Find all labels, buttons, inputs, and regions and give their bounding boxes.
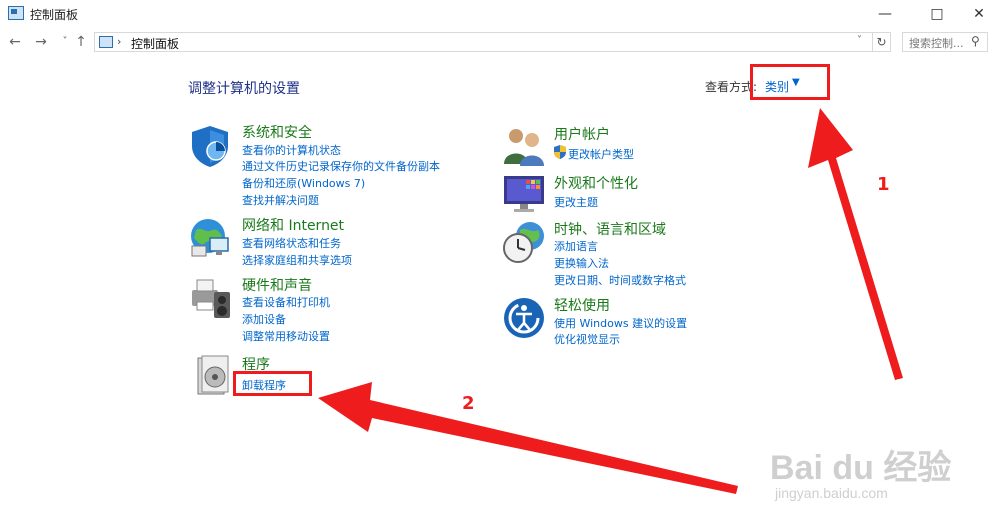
ease-of-access-icon [504, 298, 544, 338]
control-panel-app-icon [8, 6, 24, 20]
category-appearance[interactable]: 外观和个性化 [554, 173, 638, 193]
title-bar: 控制面板 — □ ✕ [0, 0, 1000, 28]
search-icon: ⚲ [971, 34, 980, 48]
users-icon [504, 129, 544, 166]
network-globe-icon [191, 219, 229, 257]
printer-icon [192, 279, 230, 318]
search-box[interactable]: 搜索控制... ⚲ [902, 32, 988, 52]
category-network-internet[interactable]: 网络和 Internet [242, 215, 344, 235]
minimize-icon: — [878, 6, 892, 22]
annotation-arrow-1 [808, 108, 903, 380]
breadcrumb-control-panel[interactable]: 控制面板 [131, 35, 179, 52]
link-add-language[interactable]: 添加语言 [554, 238, 598, 254]
link-view-computer-status[interactable]: 查看你的计算机状态 [242, 142, 341, 158]
forward-arrow-icon: → [35, 34, 47, 50]
breadcrumb-separator: › [117, 35, 122, 48]
shield-icon [192, 126, 228, 167]
address-bar[interactable]: › 控制面板 ˅ [94, 32, 873, 52]
refresh-button[interactable]: ↻ [873, 32, 891, 52]
category-clock-language-region[interactable]: 时钟、语言和区域 [554, 219, 666, 239]
address-dropdown-icon[interactable]: ˅ [857, 35, 862, 46]
back-button[interactable]: ← [6, 32, 24, 52]
up-arrow-icon: ↑ [75, 34, 87, 50]
link-add-device[interactable]: 添加设备 [242, 311, 286, 327]
programs-icon [197, 355, 229, 395]
category-hardware-sound[interactable]: 硬件和声音 [242, 275, 312, 295]
control-panel-small-icon [99, 36, 113, 48]
link-homegroup-sharing[interactable]: 选择家庭组和共享选项 [242, 252, 352, 268]
maximize-button[interactable]: □ [914, 0, 960, 28]
search-input[interactable]: 搜索控制... [909, 35, 964, 51]
category-user-accounts[interactable]: 用户帐户 [554, 124, 610, 144]
chevron-down-icon: ˅ [62, 36, 68, 47]
link-change-theme[interactable]: 更改主题 [554, 194, 598, 210]
baidu-watermark-url: jingyan.baidu.com [775, 485, 888, 501]
baidu-watermark: Bai du 经验 [770, 449, 952, 487]
link-change-date-time-format[interactable]: 更改日期、时间或数字格式 [554, 272, 686, 288]
link-backup-restore[interactable]: 备份和还原(Windows 7) [242, 175, 365, 191]
up-button[interactable]: ↑ [72, 32, 90, 52]
annotation-box-uninstall [233, 371, 312, 396]
link-change-account-type[interactable]: 更改帐户类型 [568, 146, 634, 162]
category-system-security[interactable]: 系统和安全 [242, 122, 312, 142]
minimize-button[interactable]: — [862, 0, 908, 28]
annotation-marker-1: 1 [877, 174, 890, 195]
close-icon: ✕ [973, 6, 985, 22]
refresh-icon: ↻ [876, 35, 887, 49]
maximize-icon: □ [930, 6, 944, 22]
window-title: 控制面板 [30, 8, 79, 22]
annotation-marker-2: 2 [462, 393, 475, 414]
link-network-status[interactable]: 查看网络状态和任务 [242, 235, 341, 251]
link-troubleshoot[interactable]: 查找并解决问题 [242, 192, 319, 208]
uac-shield-icon [554, 145, 566, 159]
category-ease-of-access[interactable]: 轻松使用 [554, 295, 610, 315]
page-title: 调整计算机的设置 [188, 81, 300, 97]
annotation-box-view-by [750, 64, 830, 100]
monitor-icon [504, 176, 544, 212]
close-button[interactable]: ✕ [956, 0, 1000, 28]
clock-globe-icon [503, 222, 544, 263]
link-file-history[interactable]: 通过文件历史记录保存你的文件备份副本 [242, 158, 440, 174]
link-recommended-settings[interactable]: 使用 Windows 建议的设置 [554, 315, 687, 331]
forward-button[interactable]: → [32, 32, 50, 52]
link-change-input-method[interactable]: 更换输入法 [554, 255, 609, 271]
back-arrow-icon: ← [9, 34, 21, 50]
link-optimize-display[interactable]: 优化视觉显示 [554, 331, 620, 347]
annotation-arrow-2 [318, 382, 738, 494]
link-mobility-settings[interactable]: 调整常用移动设置 [242, 328, 330, 344]
link-devices-printers[interactable]: 查看设备和打印机 [242, 294, 330, 310]
